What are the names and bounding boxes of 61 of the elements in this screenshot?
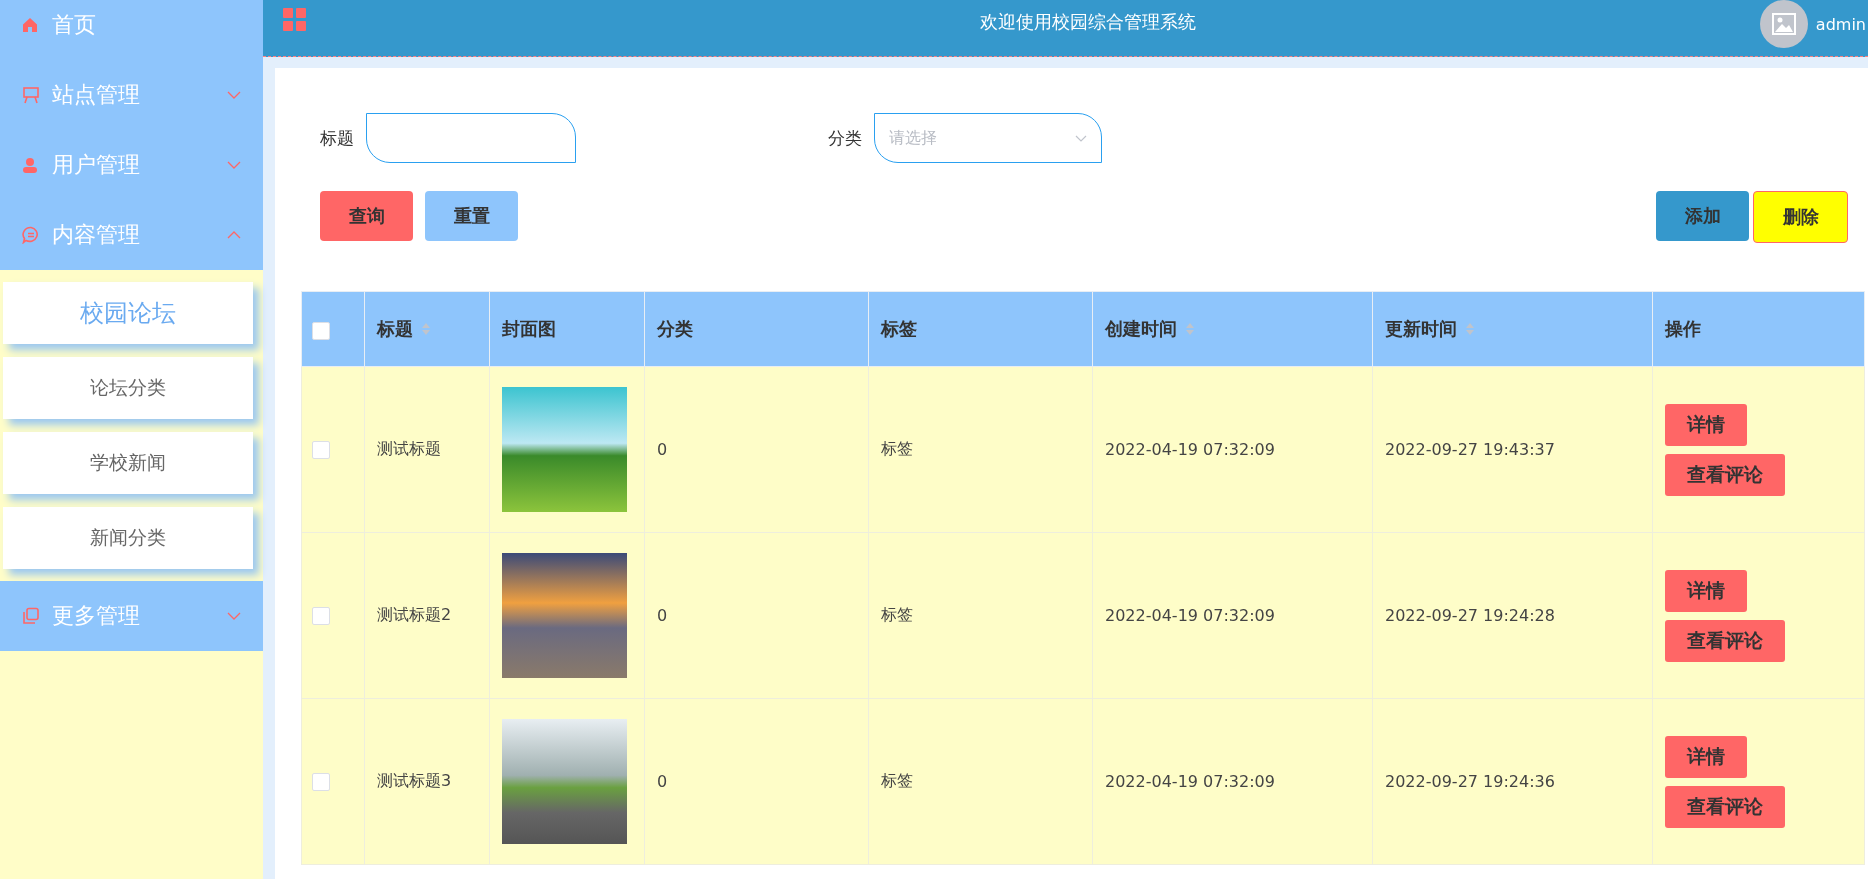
- reset-button[interactable]: 重置: [425, 191, 518, 241]
- sort-icon[interactable]: [421, 322, 431, 336]
- grid-icon[interactable]: [283, 8, 307, 32]
- table-cell: 标签: [881, 605, 913, 624]
- row-checkbox[interactable]: [312, 607, 330, 626]
- filter-label: 标题: [320, 126, 354, 150]
- chevron-down-icon: [227, 612, 241, 620]
- chevron-down-icon: [227, 91, 241, 99]
- details-button[interactable]: 详情: [1665, 403, 1747, 446]
- table-cell: 标签: [881, 771, 913, 790]
- sort-icon[interactable]: [1185, 322, 1195, 336]
- table-cell: 2022-04-19 07:32:09: [1105, 772, 1275, 791]
- table-cell: 标签: [881, 439, 913, 458]
- column-header: 分类: [657, 317, 693, 341]
- select-all-checkbox[interactable]: [312, 321, 330, 340]
- chevron-down-icon: [227, 161, 241, 169]
- submenu-item[interactable]: 论坛分类: [3, 357, 253, 419]
- sort-icon[interactable]: [1465, 322, 1475, 336]
- table-cell: 测试标题: [377, 439, 441, 458]
- avatar[interactable]: [1759, 0, 1808, 48]
- easel-icon: [22, 86, 40, 104]
- column-header: 操作: [1665, 317, 1701, 341]
- view-comments-button[interactable]: 查看评论: [1665, 619, 1785, 662]
- copy-icon: [22, 607, 40, 625]
- table-cell: 2022-09-27 19:24:28: [1385, 606, 1555, 625]
- search-button[interactable]: 查询: [320, 191, 413, 241]
- view-comments-button[interactable]: 查看评论: [1665, 453, 1785, 496]
- table-cell: 0: [657, 772, 668, 791]
- column-header: 创建时间: [1105, 317, 1177, 341]
- column-header: 标题: [377, 317, 413, 341]
- user-icon: [22, 157, 38, 173]
- table-cell: 0: [657, 440, 668, 459]
- table-cell: 测试标题2: [377, 605, 452, 624]
- image-icon: [1771, 13, 1796, 35]
- table-cell: 0: [657, 606, 668, 625]
- row-checkbox[interactable]: [312, 773, 330, 792]
- table-cell: 2022-04-19 07:32:09: [1105, 440, 1275, 459]
- table-cell: 2022-04-19 07:32:09: [1105, 606, 1275, 625]
- submenu-item[interactable]: 学校新闻: [3, 432, 253, 494]
- details-button[interactable]: 详情: [1665, 735, 1747, 778]
- home-icon: [22, 17, 38, 33]
- chevron-up-icon: [227, 231, 241, 239]
- filter-label: 分类: [828, 126, 862, 150]
- add-button[interactable]: 添加: [1656, 191, 1749, 241]
- title-input[interactable]: [366, 113, 576, 163]
- column-header: 封面图: [502, 317, 556, 341]
- submenu-item[interactable]: 校园论坛: [3, 282, 253, 344]
- table-cell: 测试标题3: [377, 771, 452, 790]
- table-cell: 2022-09-27 19:24:36: [1385, 772, 1555, 791]
- chevron-down-icon: [1075, 134, 1087, 142]
- delete-button[interactable]: 删除: [1753, 191, 1848, 243]
- table-cell: 2022-09-27 19:43:37: [1385, 440, 1555, 459]
- app-title: 欢迎使用校园综合管理系统: [979, 10, 1198, 34]
- chat-bubble-icon: [22, 226, 40, 244]
- row-checkbox[interactable]: [312, 441, 330, 460]
- submenu-item[interactable]: 新闻分类: [3, 507, 253, 569]
- column-header: 更新时间: [1385, 317, 1457, 341]
- column-header: 标签: [881, 317, 917, 341]
- view-comments-button[interactable]: 查看评论: [1665, 785, 1785, 828]
- username[interactable]: admin: [1815, 15, 1866, 34]
- details-button[interactable]: 详情: [1665, 569, 1747, 612]
